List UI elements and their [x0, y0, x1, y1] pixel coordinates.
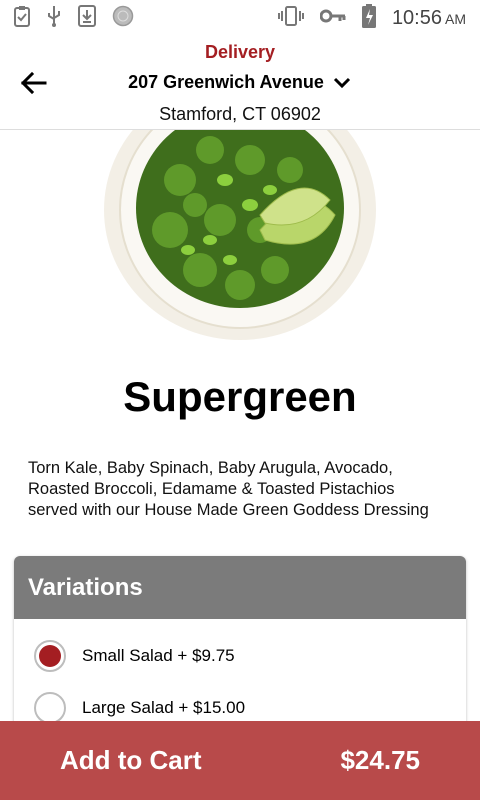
- address-city: Stamford, CT 06902: [159, 104, 321, 124]
- radio-dot: [39, 645, 61, 667]
- variation-label: Large Salad + $15.00: [82, 698, 246, 717]
- radio-button-selected[interactable]: [34, 640, 66, 672]
- globe-icon: [112, 5, 134, 32]
- variations-heading: Variations: [14, 556, 466, 619]
- chevron-down-icon: [333, 77, 350, 88]
- delivery-mode-label: Delivery: [204, 42, 276, 62]
- download-icon: [78, 4, 96, 32]
- product-description: Torn Kale, Baby Spinach, Baby Arugula, A…: [28, 459, 429, 519]
- variation-option-large[interactable]: Large Salad + $15.00: [34, 692, 245, 724]
- add-to-cart-button[interactable]: Add to Cart $24.75: [0, 721, 480, 800]
- vibrate-icon: [277, 5, 304, 32]
- product-image: [100, 120, 380, 345]
- status-bar-left: [14, 4, 134, 32]
- app-header: Delivery 207 Greenwich Avenue Stamford, …: [0, 36, 480, 130]
- clock-time: 10:56: [391, 6, 442, 29]
- key-icon: [319, 8, 346, 29]
- product-title: Supergreen: [123, 373, 357, 420]
- address-selector[interactable]: 207 Greenwich Avenue: [0, 72, 480, 93]
- variation-option-small[interactable]: Small Salad + $9.75: [34, 640, 235, 672]
- usb-icon: [46, 5, 62, 32]
- radio-button[interactable]: [34, 692, 66, 724]
- add-to-cart-label: Add to Cart: [60, 745, 202, 775]
- cart-total: $24.75: [340, 745, 420, 775]
- address-text: 207 Greenwich Avenue: [128, 72, 324, 92]
- status-bar-right: 10:56 AM: [277, 3, 466, 33]
- clock-ampm: AM: [445, 10, 466, 27]
- clock: 10:56 AM: [392, 7, 466, 30]
- variation-label: Small Salad + $9.75: [82, 646, 235, 665]
- status-bar: 10:56 AM: [0, 0, 480, 36]
- clipboard-check-icon: [14, 5, 30, 32]
- battery-charging-icon: [361, 3, 376, 33]
